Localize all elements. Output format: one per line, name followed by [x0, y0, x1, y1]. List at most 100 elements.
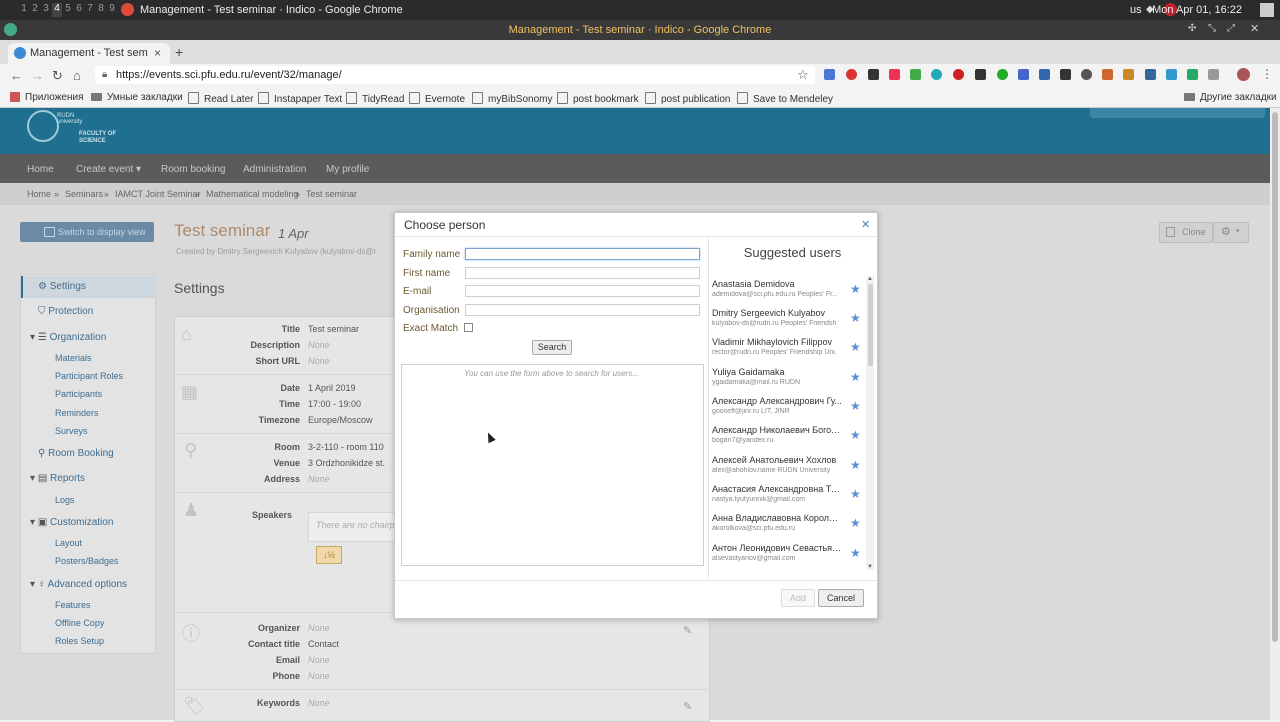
bookmark-smart[interactable]: Умные закладки: [91, 92, 183, 103]
url-text[interactable]: https://events.sci.pfu.edu.ru/event/32/m…: [116, 69, 342, 81]
workspace-4[interactable]: 4: [52, 3, 62, 17]
extension-icon-13[interactable]: [1081, 69, 1092, 80]
sidebar-item-logs[interactable]: Logs: [55, 495, 75, 505]
keyboard-layout[interactable]: us: [1130, 4, 1142, 16]
sidebar-item-materials[interactable]: Materials: [55, 353, 92, 363]
suggested-user-item[interactable]: Анна Владиславовна Корольк... akorolkova@…: [712, 513, 866, 542]
new-tab-icon[interactable]: +: [175, 44, 183, 60]
scroll-up-icon[interactable]: ▲: [867, 276, 873, 282]
bookmark-mybibsonomy[interactable]: myBibSonomy: [472, 92, 552, 105]
star-icon[interactable]: ★: [850, 282, 861, 296]
sidebar-group-reports[interactable]: ▾ ▤ Reports: [30, 473, 85, 484]
forward-icon[interactable]: →: [31, 68, 44, 83]
suggested-user-item[interactable]: Dmitry Sergeevich Kulyabov kulyabov-ds@ru…: [712, 308, 866, 337]
sidebar-item-posters-badges[interactable]: Posters/Badges: [55, 556, 119, 566]
edit-keywords-icon[interactable]: ✎: [683, 700, 692, 713]
extension-icon-15[interactable]: [1123, 69, 1134, 80]
bookmark-post-publication[interactable]: post publication: [645, 92, 731, 105]
star-icon[interactable]: ★: [850, 311, 861, 325]
menu-create-event[interactable]: Create event ▾: [76, 164, 141, 175]
window-close-icon[interactable]: ✕: [1250, 22, 1259, 35]
bookmark-instapaper[interactable]: Instapaper Text: [258, 92, 342, 105]
scroll-down-icon[interactable]: ▼: [867, 564, 873, 570]
pocket-extension-icon[interactable]: [889, 69, 900, 80]
extension-icon-3[interactable]: [868, 69, 879, 80]
workspace-2[interactable]: 2: [30, 3, 40, 17]
sidebar-item-roles-setup[interactable]: Roles Setup: [55, 636, 104, 646]
add-button[interactable]: Add: [781, 589, 815, 607]
bookmark-star-icon[interactable]: ☆: [797, 67, 809, 83]
sidebar-item-room-booking[interactable]: ⚲ Room Booking: [38, 448, 114, 459]
sidebar-item-participant-roles[interactable]: Participant Roles: [55, 371, 123, 381]
suggested-user-item[interactable]: Yuliya Gaidamaka ygaidamaka@mail.ru RUDN ★: [712, 367, 866, 396]
sidebar-group-advanced-options[interactable]: ▾ ♀ Advanced options: [30, 579, 127, 590]
extension-icon-12[interactable]: [1060, 69, 1071, 80]
star-icon[interactable]: ★: [850, 516, 861, 530]
breadcrumb-math-modeling[interactable]: Mathematical modeling: [206, 189, 299, 199]
profile-avatar-icon[interactable]: [1237, 68, 1250, 81]
workspace-1[interactable]: 1: [19, 3, 29, 17]
menu-my-profile[interactable]: My profile: [326, 164, 369, 175]
bookmark-apps[interactable]: Приложения: [10, 92, 84, 103]
tab-close-icon[interactable]: ×: [154, 46, 161, 60]
exact-match-checkbox[interactable]: [464, 323, 473, 332]
user-avatar-icon[interactable]: [1260, 3, 1274, 17]
sidebar-item-layout[interactable]: Layout: [55, 538, 82, 548]
menu-administration[interactable]: Administration: [243, 164, 306, 175]
event-settings-dropdown-button[interactable]: ⚙ ▾: [1213, 222, 1249, 243]
breadcrumb-test-seminar[interactable]: Test seminar: [306, 189, 357, 199]
star-icon[interactable]: ★: [850, 487, 861, 501]
switch-display-view-button[interactable]: Switch to display view: [20, 222, 154, 242]
extension-icon-16[interactable]: [1145, 69, 1156, 80]
workspace-5[interactable]: 5: [63, 3, 73, 17]
sidebar-group-organization[interactable]: ▾ ☰ Organization: [30, 332, 106, 343]
suggested-user-item[interactable]: Алексей Анатольевич Хохлов alex@ahohlov.n…: [712, 455, 866, 484]
bookmark-post-bookmark[interactable]: post bookmark: [557, 92, 639, 105]
star-icon[interactable]: ★: [850, 428, 861, 442]
sidebar-item-surveys[interactable]: Surveys: [55, 426, 88, 436]
evernote-extension-icon[interactable]: [997, 69, 1008, 80]
suggested-scrollbar-thumb[interactable]: [868, 284, 873, 366]
organisation-input[interactable]: [465, 304, 700, 316]
clone-button[interactable]: Clone: [1159, 222, 1213, 243]
star-icon[interactable]: ★: [850, 546, 861, 560]
email-input[interactable]: [465, 285, 700, 297]
browser-tab-active[interactable]: Management - Test seminar ×: [8, 43, 170, 64]
lock-icon[interactable]: 🔒︎: [102, 69, 107, 80]
sidebar-group-customization[interactable]: ▾ ▣ Customization: [30, 517, 113, 528]
star-icon[interactable]: ★: [850, 458, 861, 472]
menu-home[interactable]: Home: [27, 164, 54, 175]
breadcrumb-home[interactable]: Home: [27, 189, 51, 199]
reload-icon[interactable]: ↻: [52, 68, 63, 84]
window-minimize-icon[interactable]: ⤡: [1208, 23, 1216, 34]
bookmark-mendeley[interactable]: Save to Mendeley: [737, 92, 833, 105]
extension-icon-6[interactable]: [931, 69, 942, 80]
sidebar-item-protection[interactable]: ⛉ Protection: [38, 306, 93, 317]
extension-icon-10[interactable]: [1018, 69, 1029, 80]
suggested-user-item[interactable]: Антон Леонидович Севастьянов alsevastyano…: [712, 543, 866, 572]
extension-icon-17[interactable]: [1166, 69, 1177, 80]
chrome-menu-icon[interactable]: ⋮: [1261, 67, 1273, 81]
cart-extension-icon[interactable]: [1039, 69, 1050, 80]
extension-icon-18[interactable]: [1187, 69, 1198, 80]
search-button[interactable]: Search: [532, 340, 572, 355]
extension-icon-8[interactable]: [975, 69, 986, 80]
suggested-user-item[interactable]: Vladimir Mikhaylovich Filippov rector@rud…: [712, 337, 866, 366]
rudn-logo-icon[interactable]: [27, 110, 59, 142]
star-icon[interactable]: ★: [850, 399, 861, 413]
extension-icon-7[interactable]: [953, 69, 964, 80]
window-pin-icon[interactable]: ✣: [1188, 23, 1196, 34]
breadcrumb-seminars[interactable]: Seminars: [65, 189, 103, 199]
sidebar-item-reminders[interactable]: Reminders: [55, 408, 99, 418]
sidebar-item-settings[interactable]: ⚙ Settings: [38, 281, 86, 292]
sidebar-item-features[interactable]: Features: [55, 600, 91, 610]
bookmark-other[interactable]: Другие закладки: [1184, 92, 1277, 103]
workspace-3[interactable]: 3: [41, 3, 51, 17]
back-icon[interactable]: ←: [10, 68, 23, 83]
workspace-9[interactable]: 9: [107, 3, 117, 17]
close-icon[interactable]: ✕: [861, 218, 870, 231]
workspace-8[interactable]: 8: [96, 3, 106, 17]
bookmark-tidyread[interactable]: TidyRead: [346, 92, 404, 105]
bookmark-read-later[interactable]: Read Later: [188, 92, 253, 105]
first-name-input[interactable]: [465, 267, 700, 279]
